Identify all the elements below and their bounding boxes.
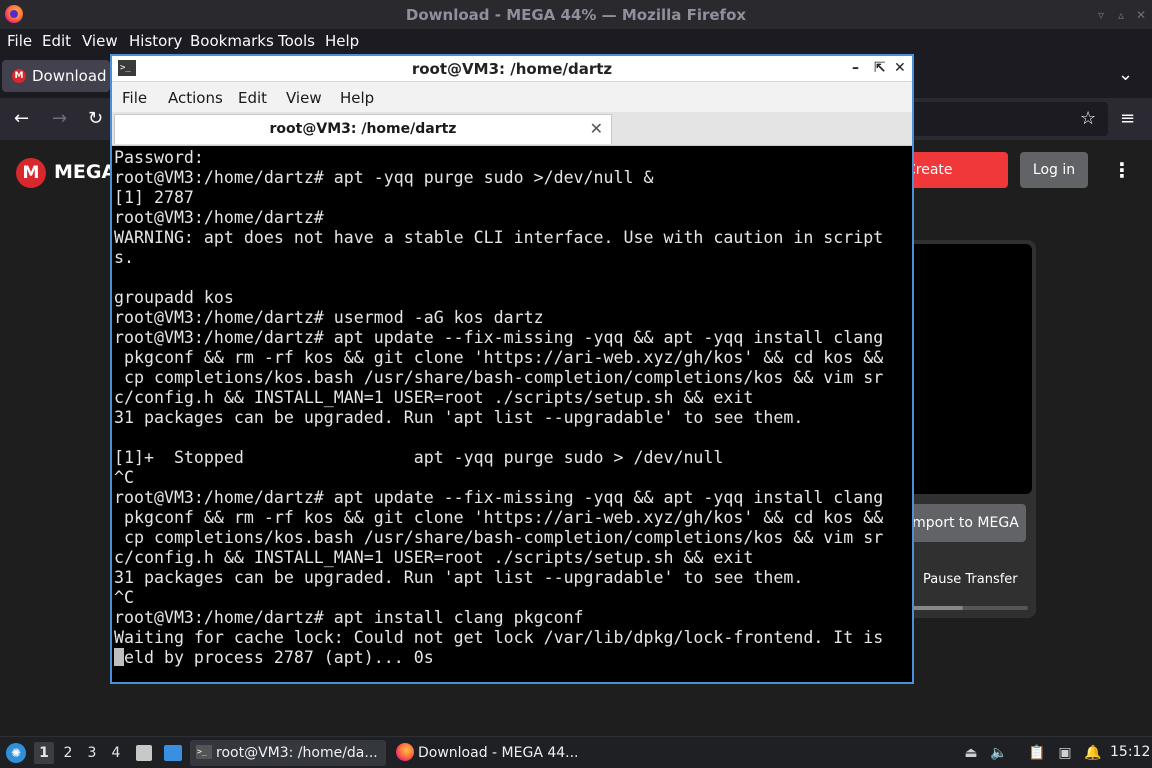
close-tab-icon[interactable]: ✕	[590, 119, 603, 138]
terminal-line: cp completions/kos.bash /usr/share/bash-…	[114, 368, 884, 387]
terminal-window-title: root@VM3: /home/dartz	[411, 60, 613, 78]
mega-wordmark: MEGA	[54, 161, 117, 183]
workspace-4[interactable]: 4	[106, 742, 126, 764]
close-icon[interactable]: ✕	[1134, 8, 1148, 22]
terminal-line: 31 packages can be upgraded. Run 'apt li…	[114, 568, 804, 587]
terminal-window[interactable]: >_ root@VM3: /home/dartz – ⇱ ✕ File Acti…	[110, 54, 914, 684]
terminal-line: ^C	[114, 468, 134, 487]
terminal-tab-label: root@VM3: /home/dartz	[269, 121, 457, 137]
minimize-icon[interactable]: –	[852, 60, 859, 76]
eject-icon[interactable]: ⏏	[962, 744, 980, 762]
term-menu-actions[interactable]: Actions	[168, 89, 223, 107]
terminal-line: [1]+ Stopped apt -yqq purge sudo > /dev/…	[114, 448, 724, 467]
taskbar-terminal[interactable]: >_ root@VM3: /home/da...	[190, 740, 386, 766]
terminal-line: 31 packages can be upgraded. Run 'apt li…	[114, 408, 804, 427]
download-progress-bar	[912, 606, 1028, 610]
term-menu-view[interactable]: View	[286, 89, 322, 107]
bookmark-star-icon[interactable]: ☆	[1080, 108, 1096, 129]
term-menu-file[interactable]: File	[122, 89, 147, 107]
menu-edit[interactable]: Edit	[42, 32, 71, 50]
menu-view[interactable]: View	[82, 32, 118, 50]
taskbar-firefox-label: Download - MEGA 44...	[418, 745, 579, 761]
show-desktop-icon[interactable]	[164, 745, 182, 761]
terminal-line: s.	[114, 248, 134, 267]
terminal-line: root@VM3:/home/dartz# apt install clang …	[114, 608, 584, 627]
terminal-line: root@VM3:/home/dartz# apt update --fix-m…	[114, 488, 884, 507]
terminal-line: c/config.h && INSTALL_MAN=1 USER=root ./…	[114, 548, 754, 567]
terminal-line: c/config.h && INSTALL_MAN=1 USER=root ./…	[114, 388, 754, 407]
network-icon[interactable]: ▣	[1056, 744, 1074, 762]
mega-favicon-icon: M	[12, 69, 26, 83]
menu-file[interactable]: File	[7, 32, 32, 50]
firefox-menubar: File Edit View History Bookmarks Tools H…	[0, 30, 1152, 54]
taskbar-firefox[interactable]: Download - MEGA 44...	[392, 740, 584, 766]
volume-icon[interactable]: 🔈	[990, 744, 1008, 762]
terminal-line: pkgconf && rm -rf kos && git clone 'http…	[114, 348, 884, 367]
term-menu-help[interactable]: Help	[340, 89, 374, 107]
notifications-icon[interactable]: 🔔	[1084, 744, 1102, 762]
terminal-line-text: eld by process 2787 (apt)... 0s	[124, 648, 434, 667]
tab-download-mega[interactable]: M Download -	[2, 60, 117, 92]
firefox-titlebar: Download - MEGA 44% — Mozilla Firefox ▿ …	[0, 0, 1152, 30]
terminal-line: Password:	[114, 148, 204, 167]
login-button[interactable]: Log in	[1020, 152, 1088, 188]
term-menu-edit[interactable]: Edit	[238, 89, 267, 107]
menu-bookmarks[interactable]: Bookmarks	[190, 32, 274, 50]
terminal-cursor	[114, 648, 124, 666]
terminal-line: Waiting for cache lock: Could not get lo…	[114, 628, 884, 647]
minimize-icon[interactable]: ▿	[1094, 8, 1108, 22]
mega-logo-icon[interactable]: M	[16, 158, 46, 188]
firefox-window-title: Download - MEGA 44% — Mozilla Firefox	[405, 6, 747, 24]
terminal-line: eld by process 2787 (apt)... 0s	[114, 648, 894, 668]
list-all-tabs-icon[interactable]: ⌄	[1118, 64, 1133, 85]
restore-icon[interactable]: ⇱	[874, 60, 886, 76]
maximize-icon[interactable]: ▵	[1114, 8, 1128, 22]
terminal-line: root@VM3:/home/dartz#	[114, 208, 324, 227]
terminal-line: root@VM3:/home/dartz# apt -yqq purge sud…	[114, 168, 654, 187]
terminal-line: root@VM3:/home/dartz# apt update --fix-m…	[114, 328, 884, 347]
terminal-menubar: File Actions Edit View Help	[112, 82, 912, 112]
terminal-output[interactable]: Password: root@VM3:/home/dartz# apt -yqq …	[114, 148, 894, 682]
more-options-icon[interactable]: ⋮	[1112, 160, 1132, 180]
terminal-line: pkgconf && rm -rf kos && git clone 'http…	[114, 508, 884, 527]
terminal-line: [1] 2787	[114, 188, 194, 207]
terminal-line: ^C	[114, 588, 134, 607]
terminal-line: cp completions/kos.bash /usr/share/bash-…	[114, 528, 884, 547]
clipboard-icon[interactable]: 📋	[1028, 744, 1046, 762]
workspace-1[interactable]: 1	[34, 742, 54, 764]
terminal-tab[interactable]: root@VM3: /home/dartz ✕	[114, 114, 612, 144]
download-progress-fill	[912, 606, 964, 610]
terminal-icon: >_	[196, 745, 212, 759]
terminal-lines: Password: root@VM3:/home/dartz# apt -yqq …	[114, 148, 894, 668]
workspace-3[interactable]: 3	[82, 742, 102, 764]
terminal-scrollbar[interactable]	[898, 148, 910, 682]
forward-icon[interactable]: →	[52, 108, 67, 129]
taskbar-terminal-label: root@VM3: /home/da...	[216, 745, 378, 761]
terminal-tabbar: root@VM3: /home/dartz ✕	[112, 112, 912, 146]
pause-transfer-button[interactable]: Pause Transfer	[923, 572, 1018, 587]
file-manager-icon[interactable]	[136, 745, 152, 761]
terminal-line: groupadd kos	[114, 288, 234, 307]
firefox-logo-icon	[396, 743, 414, 761]
file-preview	[900, 244, 1032, 494]
taskbar: ✺ 1 2 3 4 >_ root@VM3: /home/da... Downl…	[0, 736, 1152, 768]
back-icon[interactable]: ←	[14, 108, 29, 129]
clock: 15:12	[1110, 744, 1151, 760]
tab-label: Download -	[32, 67, 117, 85]
url-bar[interactable]	[912, 102, 1108, 136]
menu-help[interactable]: Help	[325, 32, 359, 50]
workspace-2[interactable]: 2	[58, 742, 78, 764]
menu-tools[interactable]: Tools	[278, 32, 315, 50]
close-icon[interactable]: ✕	[894, 60, 906, 76]
app-menu-icon[interactable]: ≡	[1120, 108, 1135, 129]
reload-icon[interactable]: ↻	[88, 108, 103, 129]
terminal-titlebar[interactable]: >_ root@VM3: /home/dartz – ⇱ ✕	[112, 56, 912, 82]
terminal-line: WARNING: apt does not have a stable CLI …	[114, 228, 884, 247]
start-menu-icon[interactable]: ✺	[6, 743, 26, 763]
terminal-line: root@VM3:/home/dartz# usermod -aG kos da…	[114, 308, 544, 327]
menu-history[interactable]: History	[129, 32, 182, 50]
